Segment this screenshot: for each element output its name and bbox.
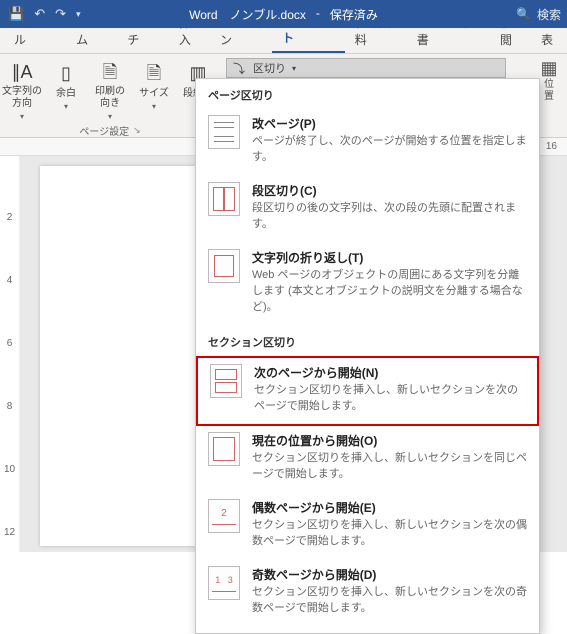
save-icon[interactable]: 💾 — [8, 6, 24, 22]
breaks-button[interactable]: ⤵ 区切り ▾ — [226, 58, 506, 78]
menu-section-section-breaks: セクション区切り — [196, 326, 539, 356]
ribbon-tabs: ファイル ホーム タッチ 挿入 デザイン レイアウト 参考資料 差し込み文書 校… — [0, 28, 567, 54]
search-label: 検索 — [537, 6, 561, 23]
redo-icon[interactable]: ↷ — [55, 6, 66, 22]
chevron-down-icon: ▾ — [292, 64, 296, 73]
tab-table[interactable]: 表 — [531, 26, 563, 53]
size-icon: 🗎 — [142, 62, 166, 86]
window-title: Word ノンブル.docx - 保存済み — [189, 6, 378, 23]
section-even-page-icon — [208, 499, 240, 533]
text-direction-icon: ∥A — [10, 62, 34, 84]
text-wrap-icon — [208, 249, 240, 283]
menu-item-page-break[interactable]: 改ページ(P) ページが終了し、次のページが開始する位置を指定します。 — [196, 109, 539, 176]
menu-item-next-page[interactable]: 次のページから開始(N) セクション区切りを挿入し、新しいセクションを次のページ… — [196, 356, 539, 427]
column-break-icon — [208, 182, 240, 216]
document-name: Word ノンブル.docx — [189, 6, 306, 23]
section-odd-page-icon — [208, 566, 240, 600]
page-break-icon — [208, 115, 240, 149]
qat-dropdown-icon[interactable]: ▾ — [76, 9, 81, 20]
section-next-page-icon — [210, 364, 242, 398]
section-continuous-icon — [208, 432, 240, 466]
size-button[interactable]: 🗎 サイズ ▾ — [134, 60, 174, 120]
orientation-button[interactable]: 🗎 印刷の 向き ▾ — [90, 60, 130, 120]
search-box[interactable]: 🔍 検索 — [516, 6, 561, 23]
menu-item-text-wrapping-break[interactable]: 文字列の折り返し(T) Web ページのオブジェクトの周囲にある文字列を分離しま… — [196, 243, 539, 326]
vertical-ruler: 2 4 6 8 10 12 — [0, 156, 20, 552]
menu-item-continuous[interactable]: 現在の位置から開始(O) セクション区切りを挿入し、新しいセクションを同じページ… — [196, 426, 539, 493]
position-icon: ▦ — [540, 58, 557, 79]
chevron-down-icon: ▾ — [64, 102, 68, 112]
undo-icon[interactable]: ↶ — [34, 6, 45, 22]
orientation-icon: 🗎 — [98, 62, 122, 84]
search-icon: 🔍 — [516, 7, 531, 21]
margins-icon: ▯ — [54, 62, 78, 86]
text-direction-button[interactable]: ∥A 文字列の 方向 ▾ — [2, 60, 42, 120]
margins-button[interactable]: ▯ 余白 ▾ — [46, 60, 86, 120]
titlebar: 💾 ↶ ↷ ▾ Word ノンブル.docx - 保存済み 🔍 検索 — [0, 0, 567, 28]
group-label-page-setup: ページ設定 ↘ — [79, 120, 140, 140]
save-status: 保存済み — [330, 6, 378, 23]
breaks-icon: ⤵ — [231, 60, 247, 77]
menu-section-page-breaks: ページ区切り — [196, 79, 539, 109]
page[interactable] — [40, 166, 200, 546]
chevron-down-icon: ▾ — [152, 102, 156, 112]
menu-item-odd-page[interactable]: 奇数ページから開始(D) セクション区切りを挿入し、新しいセクションを次の奇数ペ… — [196, 560, 539, 627]
dialog-launcher-icon[interactable]: ↘ — [133, 125, 141, 136]
chevron-down-icon: ▾ — [20, 112, 24, 122]
menu-item-even-page[interactable]: 偶数ページから開始(E) セクション区切りを挿入し、新しいセクションを次の偶数ペ… — [196, 493, 539, 560]
menu-item-column-break[interactable]: 段区切り(C) 段区切りの後の文字列は、次の段の先頭に配置されます。 — [196, 176, 539, 243]
ruler-tick: 16 — [546, 141, 557, 152]
breaks-menu: ページ区切り 改ページ(P) ページが終了し、次のページが開始する位置を指定しま… — [195, 78, 540, 634]
group-page-setup: ∥A 文字列の 方向 ▾ ▯ 余白 ▾ 🗎 印刷の 向き ▾ 🗎 サイズ ▾ ▥ — [0, 54, 220, 137]
quick-access-toolbar: 💾 ↶ ↷ ▾ — [0, 6, 81, 22]
